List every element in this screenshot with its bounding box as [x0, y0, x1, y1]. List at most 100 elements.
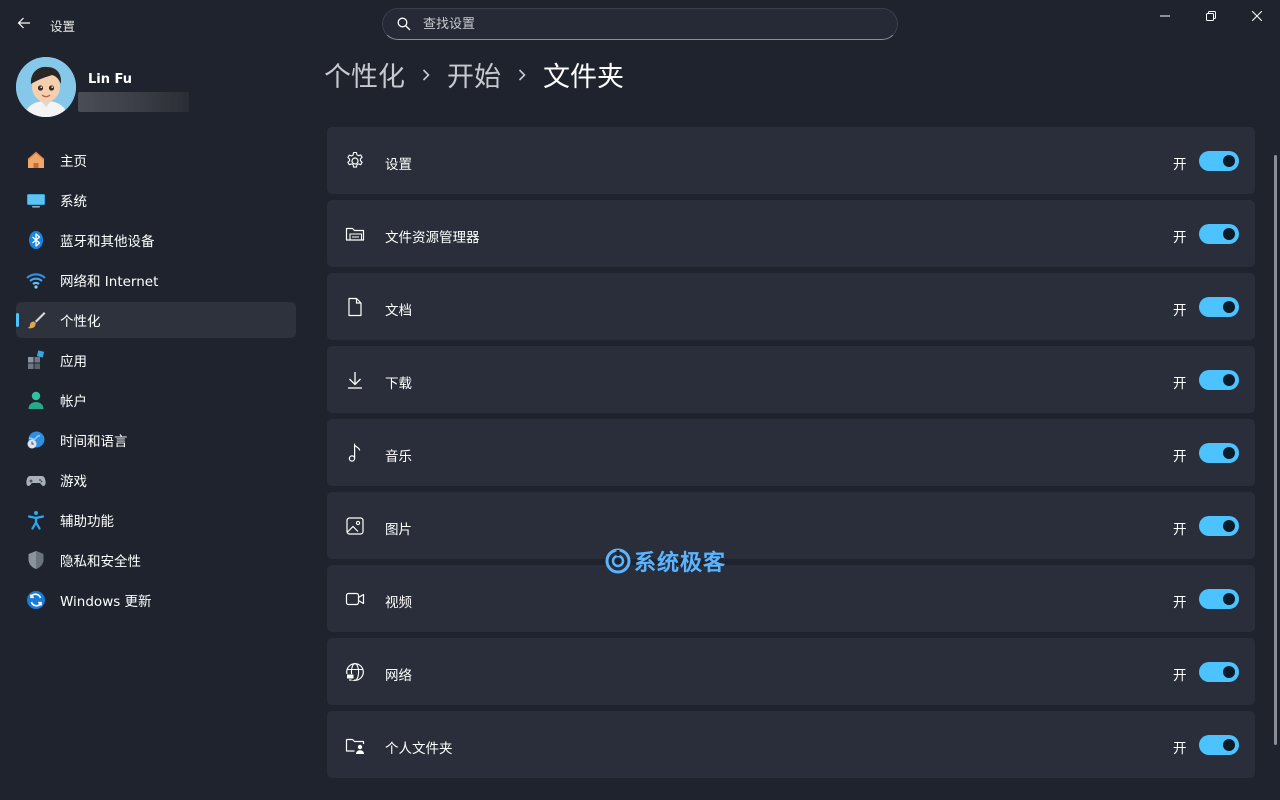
globe-clock-icon [26, 430, 46, 450]
personal-folder-toggle[interactable] [1199, 735, 1239, 755]
folders-list: 设置 开 文件资源管理器 开 文档 开 下载 开 音乐 开 图片 开 视频 开 … [327, 127, 1255, 784]
video-icon [344, 588, 366, 610]
active-indicator [16, 313, 19, 327]
settings-toggle[interactable] [1199, 151, 1239, 171]
pictures-toggle[interactable] [1199, 516, 1239, 536]
sidebar-item-home[interactable]: 主页 [16, 142, 296, 178]
watermark: 系统极客 [604, 545, 726, 577]
search-input[interactable] [423, 16, 863, 32]
sidebar-item-apps[interactable]: 应用 [16, 342, 296, 378]
chevron-right-icon [517, 68, 527, 82]
scrollbar[interactable] [1274, 155, 1277, 745]
setting-row-videos: 视频 开 [327, 565, 1255, 632]
sidebar-item-label: 个性化 [60, 314, 101, 330]
toggle-state-label: 开 [1173, 522, 1187, 538]
toggle-knob [1223, 447, 1235, 459]
sidebar-item-label: Windows 更新 [60, 594, 152, 610]
close-icon [1252, 11, 1262, 21]
setting-row-personal-folder: 个人文件夹 开 [327, 711, 1255, 778]
shield-icon [26, 550, 46, 570]
sidebar-nav: 主页 系统 蓝牙和其他设备 网络和 Internet 个性化 应用 帐户 时间和… [16, 142, 296, 622]
home-icon [26, 150, 46, 170]
folder-open-icon [344, 223, 366, 245]
toggle-state-label: 开 [1173, 230, 1187, 246]
row-label: 网络 [385, 668, 412, 684]
toggle-knob [1223, 593, 1235, 605]
breadcrumb-item-personalization[interactable]: 个性化 [324, 55, 405, 94]
breadcrumb: 个性化 开始 文件夹 [324, 55, 624, 94]
network-toggle[interactable] [1199, 662, 1239, 682]
network-globe-icon [344, 661, 366, 683]
documents-toggle[interactable] [1199, 297, 1239, 317]
minimize-button[interactable] [1142, 0, 1188, 32]
setting-row-settings: 设置 开 [327, 127, 1255, 194]
sidebar-item-label: 系统 [60, 194, 87, 210]
setting-row-file-explorer: 文件资源管理器 开 [327, 200, 1255, 267]
update-icon [26, 590, 46, 610]
sidebar-item-gaming[interactable]: 游戏 [16, 462, 296, 498]
chevron-right-icon [421, 68, 431, 82]
toggle-state-label: 开 [1173, 668, 1187, 684]
breadcrumb-item-start[interactable]: 开始 [447, 55, 501, 94]
music-note-icon [344, 442, 366, 464]
sidebar-item-personalization[interactable]: 个性化 [16, 302, 296, 338]
close-button[interactable] [1234, 0, 1280, 32]
sidebar-item-label: 主页 [60, 154, 87, 170]
search-icon [397, 17, 411, 31]
row-label: 图片 [385, 522, 412, 538]
setting-row-music: 音乐 开 [327, 419, 1255, 486]
row-label: 视频 [385, 595, 412, 611]
sidebar-item-time-language[interactable]: 时间和语言 [16, 422, 296, 458]
setting-row-pictures: 图片 开 [327, 492, 1255, 559]
toggle-state-label: 开 [1173, 376, 1187, 392]
user-email-redacted [78, 92, 189, 112]
watermark-logo-icon [604, 547, 632, 575]
toggle-knob [1223, 520, 1235, 532]
row-label: 文档 [385, 303, 412, 319]
file-explorer-toggle[interactable] [1199, 224, 1239, 244]
sidebar-item-accessibility[interactable]: 辅助功能 [16, 502, 296, 538]
row-label: 个人文件夹 [385, 741, 453, 757]
toggle-knob [1223, 739, 1235, 751]
row-label: 文件资源管理器 [385, 230, 480, 246]
page-title: 文件夹 [543, 62, 624, 93]
toggle-knob [1223, 666, 1235, 678]
sidebar-item-label: 辅助功能 [60, 514, 114, 530]
minimize-icon [1160, 15, 1170, 17]
setting-row-documents: 文档 开 [327, 273, 1255, 340]
sidebar-item-label: 时间和语言 [60, 434, 128, 450]
avatar [16, 57, 76, 117]
row-label: 音乐 [385, 449, 412, 465]
image-icon [344, 515, 366, 537]
sidebar-item-label: 应用 [60, 354, 87, 370]
wifi-icon [26, 270, 46, 290]
toggle-knob [1223, 374, 1235, 386]
back-button[interactable] [12, 10, 36, 36]
sidebar-item-windows-update[interactable]: Windows 更新 [16, 582, 296, 618]
app-title: 设置 [50, 19, 76, 34]
arrow-left-icon [17, 17, 30, 29]
sidebar-item-network[interactable]: 网络和 Internet [16, 262, 296, 298]
videos-toggle[interactable] [1199, 589, 1239, 609]
download-icon [344, 369, 366, 391]
watermark-text: 系统极客 [634, 551, 727, 576]
search-box[interactable] [382, 8, 898, 40]
restore-button[interactable] [1188, 0, 1234, 32]
paintbrush-icon [26, 310, 46, 330]
sidebar-item-privacy[interactable]: 隐私和安全性 [16, 542, 296, 578]
sidebar-item-bluetooth[interactable]: 蓝牙和其他设备 [16, 222, 296, 258]
music-toggle[interactable] [1199, 443, 1239, 463]
downloads-toggle[interactable] [1199, 370, 1239, 390]
setting-row-network: 网络 开 [327, 638, 1255, 705]
display-icon [26, 190, 46, 210]
row-label: 设置 [385, 157, 412, 173]
sidebar-item-accounts[interactable]: 帐户 [16, 382, 296, 418]
bluetooth-icon [26, 230, 46, 250]
gear-icon [344, 150, 366, 172]
toggle-state-label: 开 [1173, 741, 1187, 757]
accessibility-icon [26, 510, 46, 530]
document-icon [344, 296, 366, 318]
toggle-state-label: 开 [1173, 595, 1187, 611]
sidebar-item-label: 隐私和安全性 [60, 554, 141, 570]
sidebar-item-system[interactable]: 系统 [16, 182, 296, 218]
